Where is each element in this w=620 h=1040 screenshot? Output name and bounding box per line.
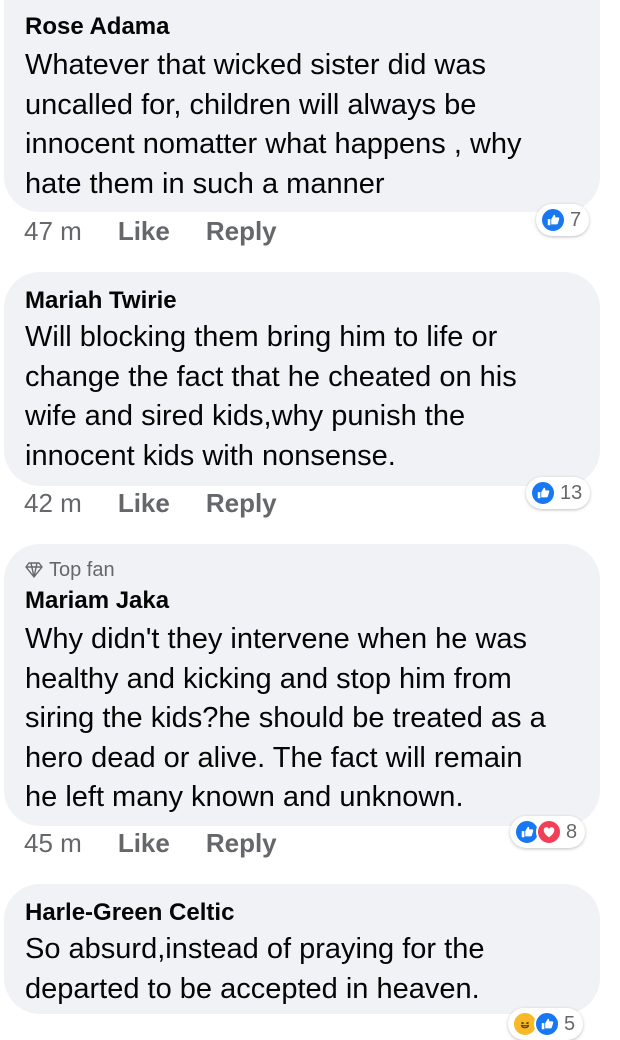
comment-text: So absurd,instead of praying for the dep… — [25, 930, 580, 1009]
comment-line: change the fact that he cheated on his — [25, 360, 517, 393]
like-icon — [540, 207, 566, 233]
comment-actions: 45 m Like Reply — [24, 828, 277, 859]
reaction-count: 8 — [566, 820, 578, 843]
comment-line: Why didn't they intervene when he was — [25, 623, 528, 655]
comment-line: he left many known and unknown. — [25, 781, 464, 813]
comment-line: innocent kids with nonsense. — [25, 439, 396, 472]
comment-text: Whatever that wicked sister did was unca… — [25, 46, 580, 204]
comment-line: innocent nomatter what happens , why — [25, 128, 522, 160]
comment-bubble: Harle-Green Celtic So absurd,instead of … — [4, 884, 600, 1014]
comment-line: healthy and kicking and stop him from — [25, 662, 512, 695]
comment-line: hate them in such a manner — [25, 167, 385, 200]
comment-timestamp[interactable]: 42 m — [24, 488, 82, 519]
comment-bubble: Rose Adama Whatever that wicked sister d… — [4, 0, 600, 212]
top-fan-label: Top fan — [49, 559, 115, 581]
reply-button[interactable]: Reply — [206, 828, 277, 859]
reaction-summary[interactable]: 7 — [536, 204, 590, 236]
reaction-count: 13 — [560, 481, 583, 504]
like-icon — [530, 480, 556, 506]
like-button[interactable]: Like — [118, 488, 170, 519]
comment-line: Will blocking them bring him to life or — [25, 321, 498, 353]
comment-author[interactable]: Rose Adama — [25, 12, 580, 42]
like-icon — [534, 1011, 560, 1037]
reaction-count: 5 — [564, 1012, 576, 1035]
reaction-summary[interactable]: 13 — [526, 477, 591, 509]
comment-text: Will blocking them bring him to life or … — [25, 318, 580, 476]
comment-line: Whatever that wicked sister did was — [25, 49, 486, 81]
comment-line: departed to be accepted in heaven. — [25, 972, 480, 1005]
comment-bubble: Mariah Twirie Will blocking them bring h… — [4, 272, 600, 486]
comment-line: uncalled for, children will always be — [25, 88, 477, 121]
reaction-summary[interactable]: 8 — [510, 816, 586, 848]
love-icon — [536, 819, 562, 845]
comment-author[interactable]: Mariam Jaka — [25, 586, 580, 616]
comment-timestamp[interactable]: 45 m — [24, 828, 82, 859]
reaction-summary[interactable]: 5 — [508, 1008, 584, 1040]
reply-button[interactable]: Reply — [206, 216, 277, 247]
comment-text: Why didn't they intervene when he was he… — [25, 620, 580, 818]
comment-actions: 47 m Like Reply — [24, 216, 277, 247]
like-button[interactable]: Like — [118, 828, 170, 859]
like-button[interactable]: Like — [118, 216, 170, 247]
comment-author[interactable]: Harle-Green Celtic — [25, 898, 580, 928]
comment-bubble: Top fan Mariam Jaka Why didn't they inte… — [4, 544, 600, 826]
comment-line: wife and sired kids,why punish the — [25, 400, 466, 432]
diamond-icon — [25, 562, 43, 578]
comment-line: siring the kids?he should be treated as … — [25, 702, 546, 734]
top-fan-badge: Top fan — [25, 558, 580, 582]
reaction-count: 7 — [570, 208, 582, 231]
comment-timestamp[interactable]: 47 m — [24, 216, 82, 247]
reply-button[interactable]: Reply — [206, 488, 277, 519]
comment-line: hero dead or alive. The fact will remain — [25, 741, 523, 774]
comment-author[interactable]: Mariah Twirie — [25, 286, 580, 316]
comment-actions: 42 m Like Reply — [24, 488, 277, 519]
comment-line: So absurd,instead of praying for the — [25, 933, 485, 965]
